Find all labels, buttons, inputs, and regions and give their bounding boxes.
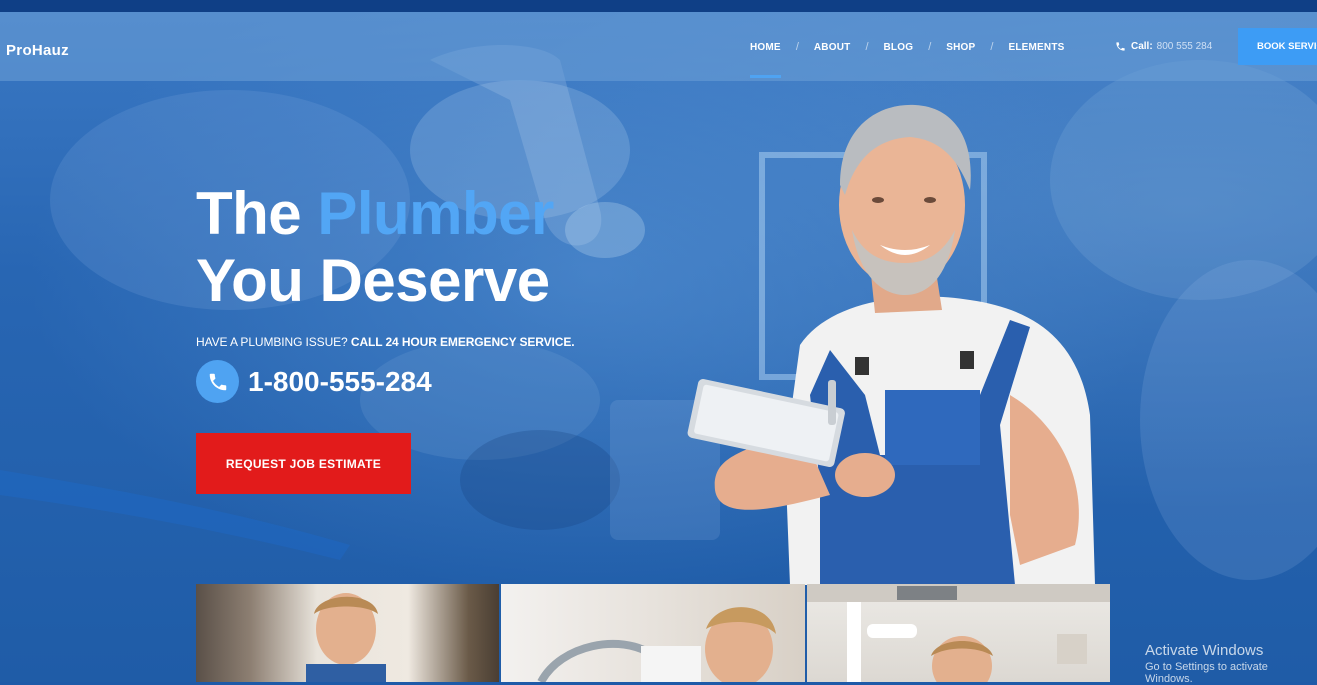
phone-icon-circle	[196, 360, 239, 403]
thumbnail-3-image	[806, 584, 1110, 682]
nav-separator: /	[990, 41, 994, 53]
call-label: Call:	[1131, 41, 1153, 52]
phone-number: 1-800-555-284	[248, 365, 432, 397]
nav-item-shop[interactable]: SHOP	[946, 42, 975, 53]
thumbnail-2[interactable]	[501, 584, 805, 682]
headline-line2: You Deserve	[196, 247, 550, 314]
thumbnail-3[interactable]	[806, 584, 1110, 682]
book-service-button[interactable]: BOOK SERVICE	[1238, 28, 1317, 65]
service-thumbnails	[196, 584, 1110, 682]
hero-headline: The Plumber You Deserve	[196, 180, 554, 314]
nav-separator: /	[865, 41, 869, 53]
top-strip	[0, 0, 1317, 12]
call-info[interactable]: Call: 800 555 284	[1115, 41, 1212, 52]
activate-windows-watermark: Activate Windows Go to Settings to activ…	[1145, 642, 1317, 685]
nav-item-about[interactable]: ABOUT	[814, 42, 851, 53]
hero-subline: HAVE A PLUMBING ISSUE? CALL 24 HOUR EMER…	[196, 335, 575, 349]
call-number: 800 555 284	[1156, 41, 1213, 52]
nav-item-blog[interactable]: BLOG	[884, 42, 914, 53]
watermark-subtitle: Go to Settings to activate Windows.	[1145, 661, 1268, 685]
plumber-photo	[687, 104, 1095, 585]
brand-logo[interactable]: ProHauz	[6, 42, 69, 59]
watermark-title: Activate Windows	[1145, 642, 1264, 659]
thumbnail-1[interactable]	[196, 584, 500, 682]
subline-bold: CALL 24 HOUR EMERGENCY SERVICE.	[350, 335, 575, 349]
nav-item-home[interactable]: HOME	[750, 42, 781, 78]
nav-separator: /	[928, 41, 932, 53]
navbar: ProHauz HOME / ABOUT / BLOG / SHOP / ELE…	[0, 12, 1317, 81]
subline-regular: HAVE A PLUMBING ISSUE?	[196, 335, 348, 349]
headline-word-the: The	[196, 180, 302, 247]
thumbnail-2-image	[537, 607, 777, 682]
main-nav: HOME / ABOUT / BLOG / SHOP / ELEMENTS	[750, 41, 1065, 78]
nav-item-elements[interactable]: ELEMENTS	[1008, 42, 1064, 53]
phone-icon	[1116, 42, 1125, 51]
nav-separator: /	[795, 41, 799, 53]
headline-accent: Plumber	[317, 180, 554, 247]
request-estimate-button[interactable]: REQUEST JOB ESTIMATE	[196, 433, 411, 494]
hero-phone[interactable]: 1-800-555-284	[196, 360, 432, 403]
phone-icon	[209, 373, 226, 390]
thumbnail-1-image	[306, 593, 386, 682]
